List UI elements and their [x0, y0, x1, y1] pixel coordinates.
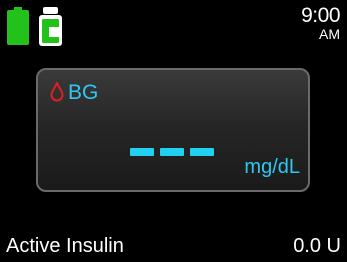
active-insulin-label: Active Insulin [6, 235, 124, 257]
clock-ampm: AM [319, 26, 340, 42]
bg-value-dash [190, 148, 214, 156]
bg-card[interactable]: BG mg/dL [36, 68, 310, 192]
blood-drop-icon [50, 82, 64, 102]
bg-value-placeholder [130, 148, 214, 156]
active-insulin-row[interactable]: Active Insulin 0.0 U [0, 236, 347, 262]
bg-value-dash [160, 148, 184, 156]
clock: 9:00 AM [301, 5, 340, 41]
bg-header: BG [50, 80, 98, 104]
battery-icon [7, 7, 29, 45]
bg-value-dash [130, 148, 154, 156]
bg-unit: mg/dL [244, 156, 300, 178]
clock-time: 9:00 [301, 4, 340, 27]
status-bar: 9:00 AM [0, 0, 347, 60]
insulin-cartridge-icon [39, 7, 62, 46]
active-insulin-value: 0.0 U [293, 235, 341, 257]
bg-label: BG [68, 80, 99, 104]
